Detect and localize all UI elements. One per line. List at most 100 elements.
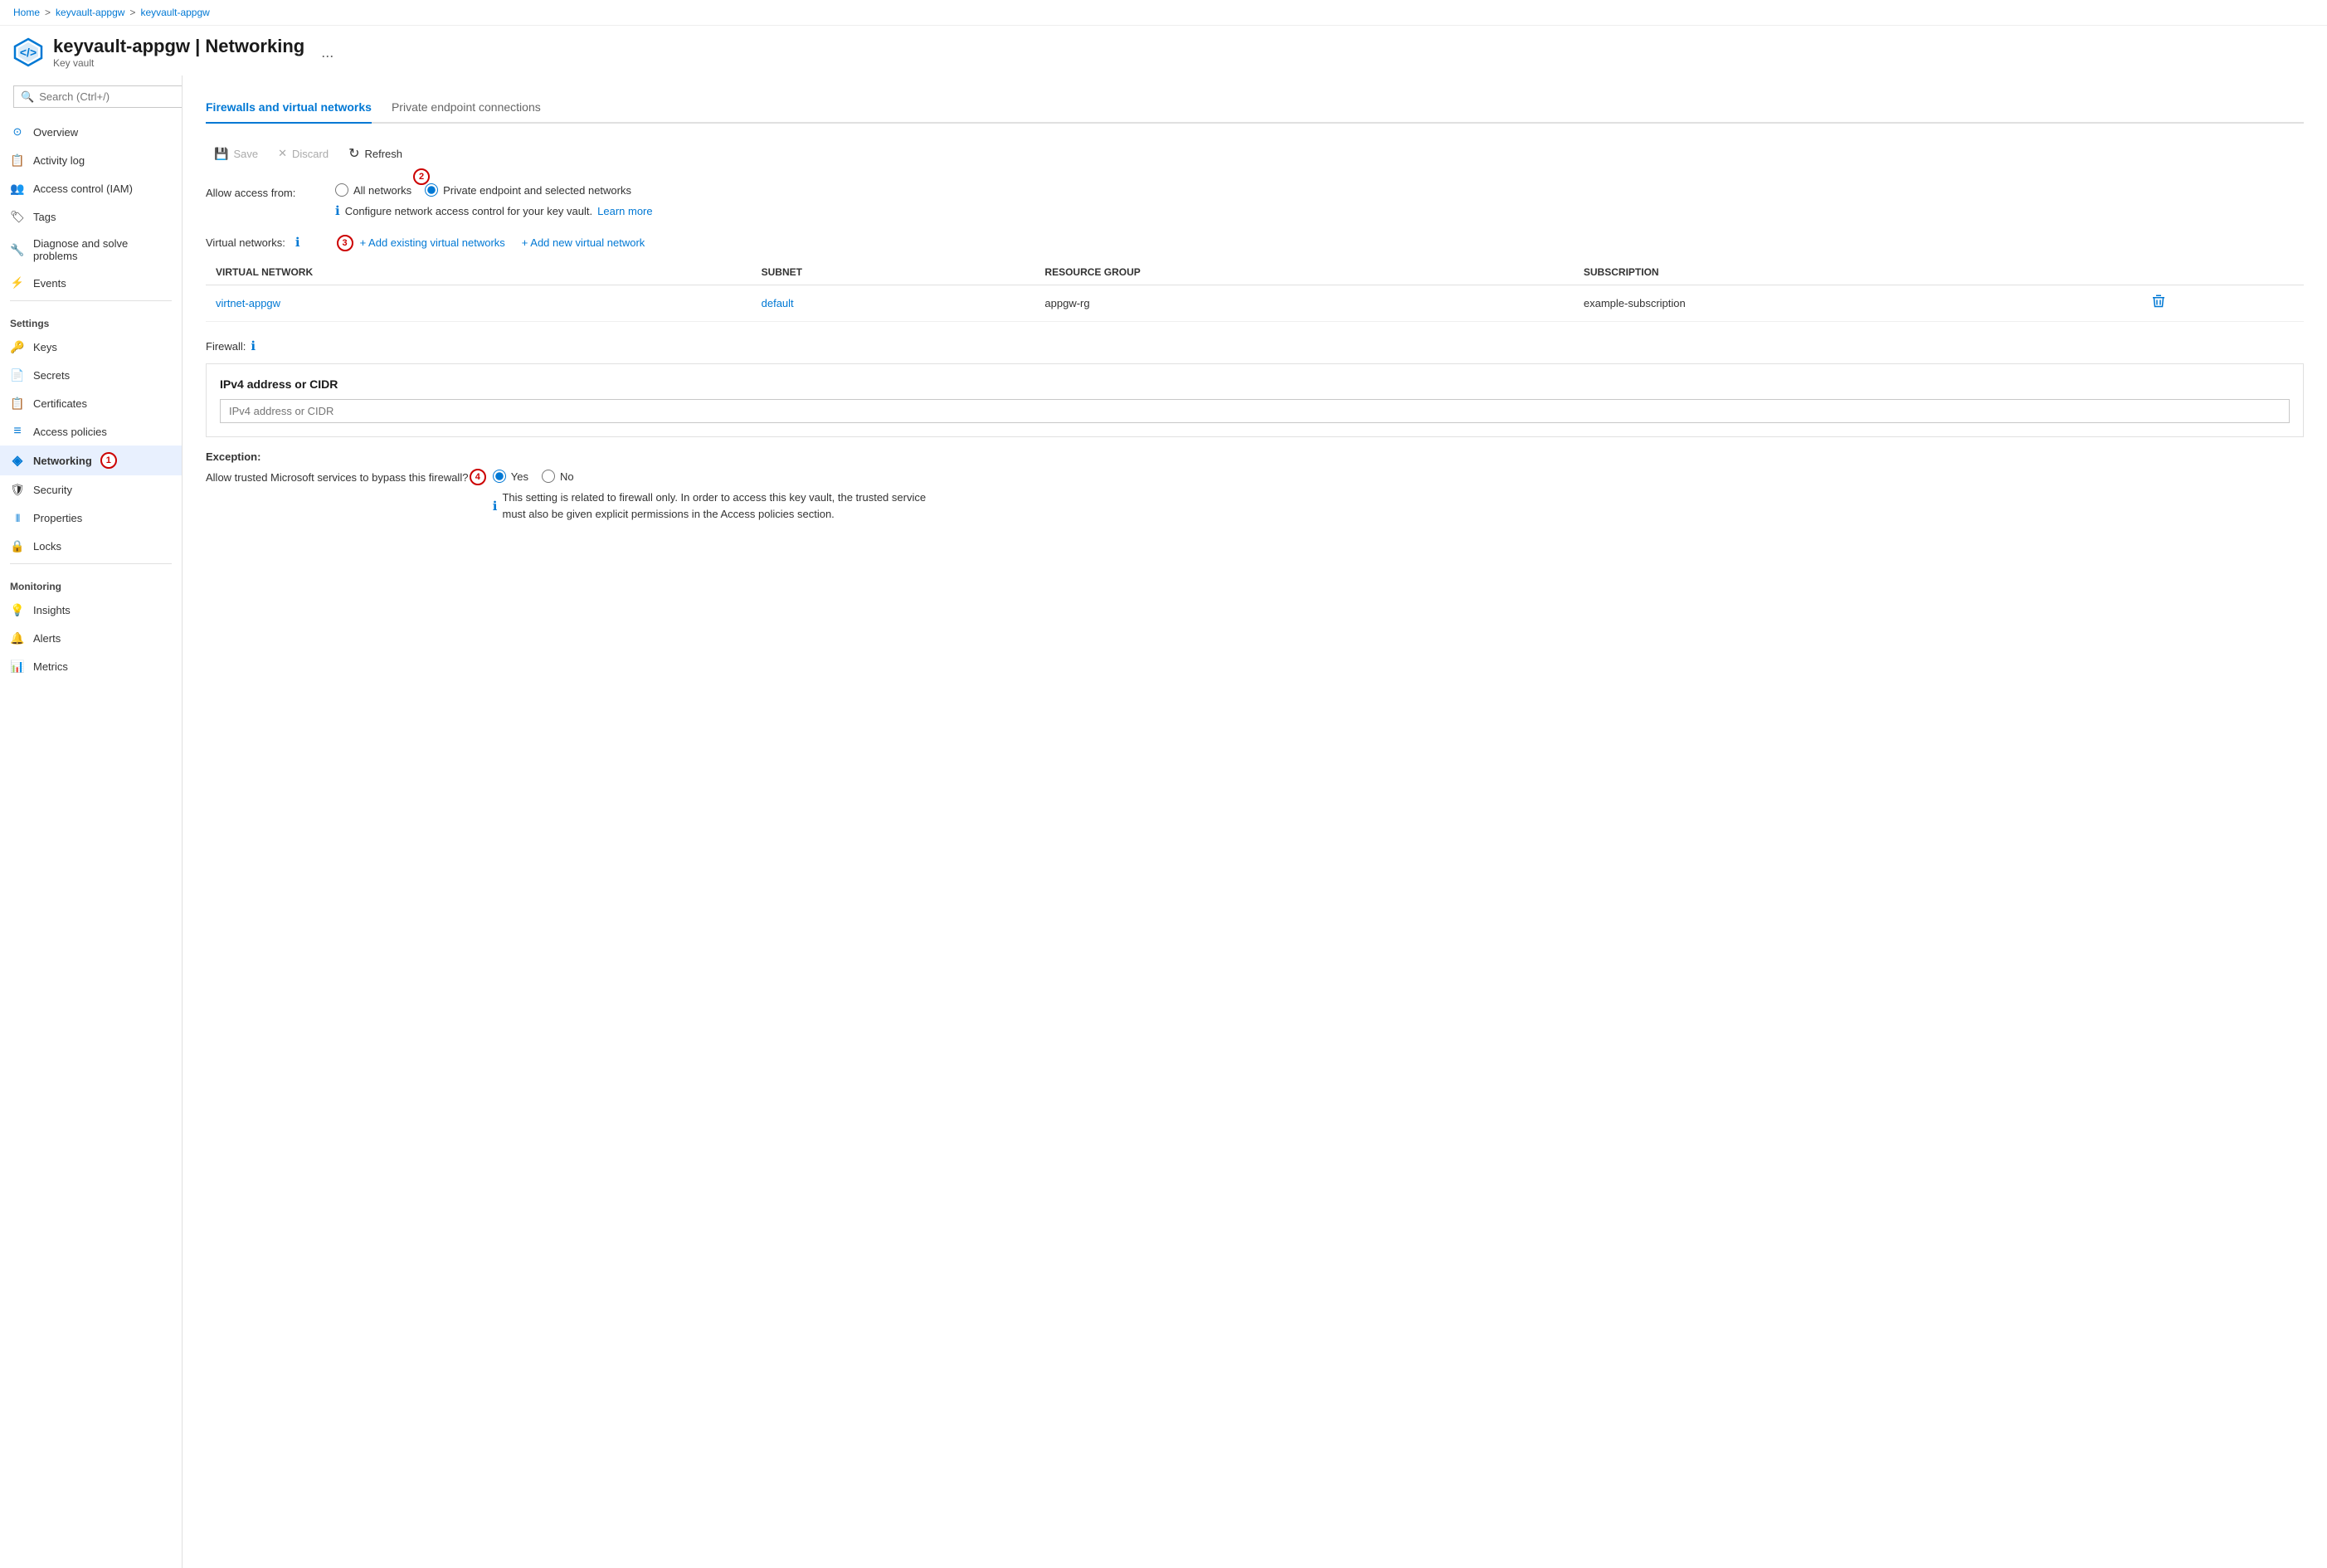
sidebar-item-metrics[interactable]: Metrics — [0, 652, 182, 680]
col-resource-group: RESOURCE GROUP — [1034, 260, 1573, 285]
firewall-label: Firewall: — [206, 338, 2304, 353]
radio-all-networks-input[interactable] — [335, 183, 348, 197]
sidebar-item-activity-log[interactable]: Activity log — [0, 146, 182, 174]
add-existing-vnet-link[interactable]: + Add existing virtual networks — [360, 236, 505, 249]
sidebar-item-access-policies[interactable]: Access policies — [0, 417, 182, 446]
resource-group-cell: appgw-rg — [1034, 285, 1573, 322]
breadcrumb-vault1[interactable]: keyvault-appgw — [56, 7, 124, 18]
add-new-vnet-link[interactable]: + Add new virtual network — [522, 236, 645, 249]
learn-more-link[interactable]: Learn more — [597, 205, 652, 217]
sidebar-item-diagnose[interactable]: Diagnose and solve problems — [0, 231, 182, 269]
sidebar-item-overview[interactable]: Overview — [0, 118, 182, 146]
page-header-text: keyvault-appgw | Networking Key vault — [53, 36, 304, 69]
radio-private-endpoint-input[interactable] — [425, 183, 438, 197]
sidebar-item-secrets[interactable]: Secrets — [0, 361, 182, 389]
sidebar-item-label: Access policies — [33, 426, 107, 438]
subnet-link[interactable]: default — [762, 297, 794, 309]
exception-row: Allow trusted Microsoft services to bypa… — [206, 470, 2304, 522]
sidebar-item-networking[interactable]: Networking 1 — [0, 446, 182, 475]
radio-no-input[interactable] — [542, 470, 555, 483]
ipv4-input[interactable] — [220, 399, 2290, 423]
sidebar-item-label: Alerts — [33, 632, 61, 645]
exception-label: Exception: — [206, 450, 2304, 463]
save-label: Save — [233, 148, 258, 160]
tab-firewalls[interactable]: Firewalls and virtual networks — [206, 92, 372, 124]
tab-private-endpoints[interactable]: Private endpoint connections — [392, 92, 541, 124]
allow-access-controls: All networks 2 Private endpoint and sele… — [335, 183, 653, 218]
exception-question: Allow trusted Microsoft services to bypa… — [206, 470, 480, 485]
radio-yes-input[interactable] — [493, 470, 506, 483]
alerts-icon — [10, 631, 25, 645]
metrics-icon — [10, 659, 25, 674]
access-icon — [10, 424, 25, 439]
toolbar: Save Discard Refresh — [206, 140, 2304, 167]
sidebar-item-label: Security — [33, 484, 72, 496]
certs-icon — [10, 396, 25, 411]
secrets-icon — [10, 368, 25, 382]
keys-icon — [10, 339, 25, 354]
radio-all-networks-label: All networks — [353, 184, 411, 197]
sidebar-item-security[interactable]: Security — [0, 475, 182, 504]
refresh-icon — [348, 145, 359, 162]
sidebar-item-label: Certificates — [33, 397, 87, 410]
ipv4-title: IPv4 address or CIDR — [220, 377, 2290, 391]
radio-no[interactable]: No — [542, 470, 574, 483]
sidebar-item-label: Metrics — [33, 660, 68, 673]
discard-button[interactable]: Discard — [270, 142, 337, 165]
virtual-networks-label: Virtual networks: — [206, 236, 285, 249]
search-input[interactable] — [39, 90, 183, 103]
sidebar-item-tags[interactable]: Tags — [0, 202, 182, 231]
allow-access-row: Allow access from: All networks 2 Privat… — [206, 183, 2304, 218]
radio-private-endpoint-label: Private endpoint and selected networks — [443, 184, 631, 197]
breadcrumb-vault2[interactable]: keyvault-appgw — [140, 7, 209, 18]
sidebar-item-locks[interactable]: Locks — [0, 532, 182, 560]
svg-text:</>: </> — [20, 46, 37, 59]
security-icon — [10, 482, 25, 497]
sidebar-item-properties[interactable]: Properties — [0, 504, 182, 532]
access-info-text: Configure network access control for you… — [345, 205, 592, 217]
sidebar-item-insights[interactable]: Insights — [0, 596, 182, 624]
radio-private-endpoint[interactable]: Private endpoint and selected networks — [425, 183, 631, 197]
access-info-line: Configure network access control for you… — [335, 203, 653, 218]
sidebar-item-keys[interactable]: Keys — [0, 333, 182, 361]
virtual-networks-section: Virtual networks: 3 + Add existing virtu… — [206, 235, 2304, 322]
more-options-button[interactable]: ... — [321, 44, 333, 61]
firewall-section: Firewall: IPv4 address or CIDR — [206, 338, 2304, 437]
save-button[interactable]: Save — [206, 142, 266, 166]
page-title: keyvault-appgw | Networking — [53, 36, 304, 57]
virtual-networks-table: VIRTUAL NETWORK SUBNET RESOURCE GROUP SU… — [206, 260, 2304, 322]
delete-vnet-button[interactable] — [2151, 294, 2166, 313]
breadcrumb-home[interactable]: Home — [13, 7, 40, 18]
sidebar-item-label: Networking — [33, 455, 92, 467]
step-badge-4: 4 — [470, 469, 486, 485]
vnet-link[interactable]: virtnet-appgw — [216, 297, 280, 309]
sidebar-item-alerts[interactable]: Alerts — [0, 624, 182, 652]
monitoring-divider — [10, 563, 172, 564]
exception-section: Exception: Allow trusted Microsoft servi… — [206, 450, 2304, 522]
sidebar-item-label: Events — [33, 277, 66, 290]
overview-icon — [10, 124, 25, 139]
sidebar-item-certificates[interactable]: Certificates — [0, 389, 182, 417]
info-icon — [335, 203, 340, 218]
firewall-info-icon[interactable] — [251, 338, 256, 353]
settings-divider — [10, 300, 172, 301]
locks-icon — [10, 538, 25, 553]
search-box[interactable] — [13, 85, 183, 108]
sidebar-item-label: Insights — [33, 604, 71, 616]
sidebar-item-access-control[interactable]: Access control (IAM) — [0, 174, 182, 202]
table-row: virtnet-appgw default appgw-rg example-s… — [206, 285, 2304, 322]
tags-icon — [10, 209, 25, 224]
refresh-button[interactable]: Refresh — [340, 140, 411, 167]
breadcrumb-sep1: > — [45, 7, 51, 18]
radio-yes[interactable]: Yes — [493, 470, 528, 483]
radio-yes-label: Yes — [511, 470, 528, 483]
col-actions — [2141, 260, 2304, 285]
col-subnet: SUBNET — [752, 260, 1035, 285]
sidebar: Overview Activity log Access control (IA… — [0, 75, 183, 1568]
vnet-info-icon[interactable] — [295, 235, 300, 250]
radio-all-networks[interactable]: All networks — [335, 183, 411, 197]
exception-controls: 4 Yes No This setti — [493, 470, 934, 522]
virtual-networks-header: Virtual networks: 3 + Add existing virtu… — [206, 235, 2304, 250]
sidebar-item-events[interactable]: Events — [0, 269, 182, 297]
networking-badge: 1 — [100, 452, 117, 469]
